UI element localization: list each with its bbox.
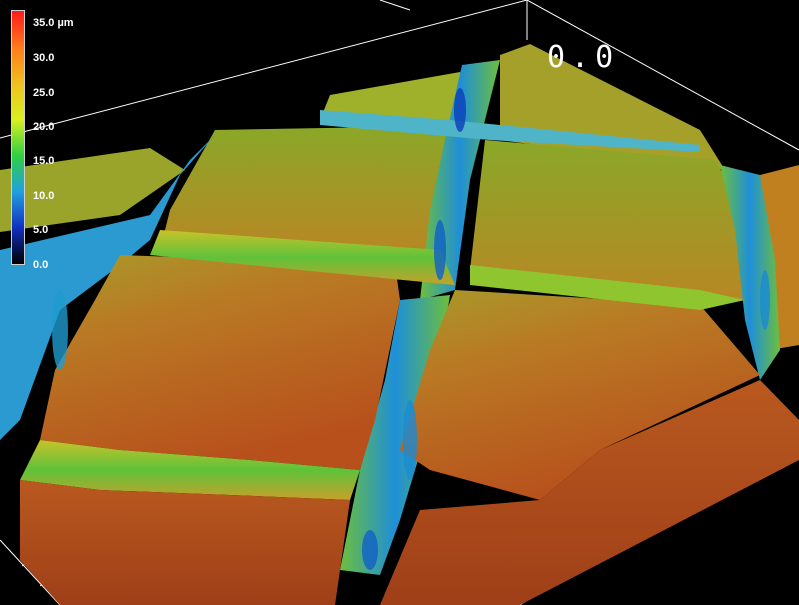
colorbar-tick-label: 35.0 µm — [33, 17, 74, 29]
height-colorbar — [11, 10, 25, 265]
colorbar-tick-label: 10.0 — [33, 190, 55, 202]
axis-origin-label: 0.0 — [547, 40, 620, 75]
3d-surface-view[interactable] — [0, 0, 799, 605]
colorbar-tick-label: 25.0 — [33, 87, 55, 99]
colorbar-tick-label: 20.0 — [33, 121, 55, 133]
colorbar-tick-label: 30.0 — [33, 52, 55, 64]
tile-front-face-left — [20, 480, 350, 605]
colorbar-tick-label: 15.0 — [33, 155, 55, 167]
colorbar-tick-label: 0.0 — [33, 259, 49, 271]
colorbar-tick-label: 5.0 — [33, 224, 49, 236]
tile-front-left — [40, 255, 400, 470]
